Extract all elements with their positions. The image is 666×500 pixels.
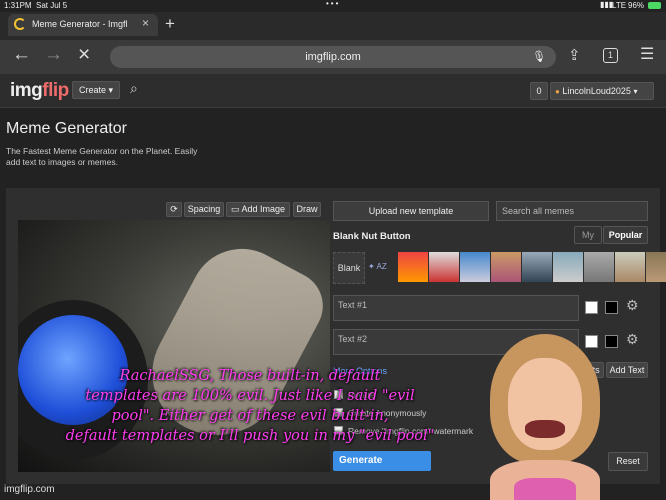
status-network: LTE (612, 1, 627, 10)
user-menu-button[interactable]: ● LincolnLoud2025 ▾ (550, 82, 654, 100)
text1-color-white[interactable] (585, 301, 598, 314)
spacing-button[interactable]: Spacing (184, 202, 224, 217)
status-bar: 1:31PM Sat Jul 5 ••• ▮▮▮ LTE 96% (0, 0, 666, 12)
template-thumb[interactable] (522, 252, 552, 282)
draw-button[interactable]: Draw (293, 202, 321, 217)
text2-settings-gear-icon[interactable]: ⚙ (626, 331, 639, 348)
browser-tab[interactable]: Meme Generator - Imgfl × (8, 14, 158, 36)
upload-template-button[interactable]: Upload new template (333, 201, 489, 221)
menu-icon[interactable]: ☰ (640, 47, 654, 63)
stop-icon[interactable]: × (78, 43, 90, 67)
microphone-icon[interactable]: 🎙 (532, 46, 546, 68)
chevron-down-icon: ▾ (633, 87, 638, 96)
address-bar[interactable]: imgflip.com 🎙 (110, 46, 556, 68)
new-tab-icon[interactable]: + (165, 14, 175, 34)
page-subtitle: The Fastest Meme Generator on the Planet… (6, 146, 198, 167)
template-thumb[interactable] (429, 252, 459, 282)
more-dots-icon[interactable]: ••• (326, 0, 340, 8)
status-battery: 96% (628, 1, 645, 10)
tab-title: Meme Generator - Imgfl (32, 19, 128, 29)
status-date: Sat Jul 5 (36, 1, 68, 10)
generate-button[interactable]: Generate (333, 451, 431, 471)
create-button[interactable]: Create ▾ (72, 81, 120, 99)
close-icon[interactable]: × (142, 16, 149, 30)
template-thumb[interactable] (398, 252, 428, 282)
template-thumb[interactable] (646, 252, 666, 282)
tab-count[interactable]: 1 (603, 48, 618, 63)
imgflip-watermark: imgflip.com (4, 484, 55, 495)
overlay-caption: RachaelSSG, Those built-in, default temp… (65, 368, 435, 444)
template-name: Blank Nut Button (333, 231, 411, 242)
image-icon: ▭ (230, 204, 240, 214)
sort-az-button[interactable]: ✦ AZ (368, 262, 387, 271)
imgflip-logo[interactable]: imgflip (10, 80, 69, 102)
tab-popular[interactable]: Popular (603, 226, 648, 244)
back-icon[interactable]: ← (12, 44, 31, 66)
url-text: imgflip.com (305, 51, 361, 63)
blank-template-button[interactable]: Blank (333, 252, 365, 284)
template-thumb[interactable] (491, 252, 521, 282)
rotate-icon[interactable]: ⟳ (166, 202, 182, 217)
loading-icon (14, 18, 26, 30)
chevron-down-icon: ▾ (108, 85, 114, 95)
page-title: Meme Generator (6, 120, 127, 137)
avatar: ● (555, 87, 560, 96)
add-image-button[interactable]: ▭ Add Image (226, 202, 290, 217)
site-header: imgflip Create ▾ ⌕ 0 ● LincolnLoud2025 ▾ (0, 74, 666, 108)
template-thumbnails (398, 252, 666, 282)
template-thumb[interactable] (553, 252, 583, 282)
template-thumb[interactable] (460, 252, 490, 282)
girl-sticker-image (470, 330, 620, 500)
template-thumb[interactable] (615, 252, 645, 282)
share-icon[interactable]: ⇪ (568, 46, 581, 64)
battery-icon (648, 2, 661, 9)
search-memes-input[interactable]: Search all memes (496, 201, 648, 221)
status-time: 1:31PM (4, 1, 32, 10)
text1-input[interactable]: Text #1 (333, 295, 579, 321)
text1-color-black[interactable] (605, 301, 618, 314)
search-icon[interactable]: ⌕ (130, 80, 138, 97)
template-thumb[interactable] (584, 252, 614, 282)
notification-count[interactable]: 0 (530, 82, 548, 100)
text1-settings-gear-icon[interactable]: ⚙ (626, 297, 639, 314)
forward-icon[interactable]: → (44, 44, 63, 66)
tab-my[interactable]: My (574, 226, 602, 244)
